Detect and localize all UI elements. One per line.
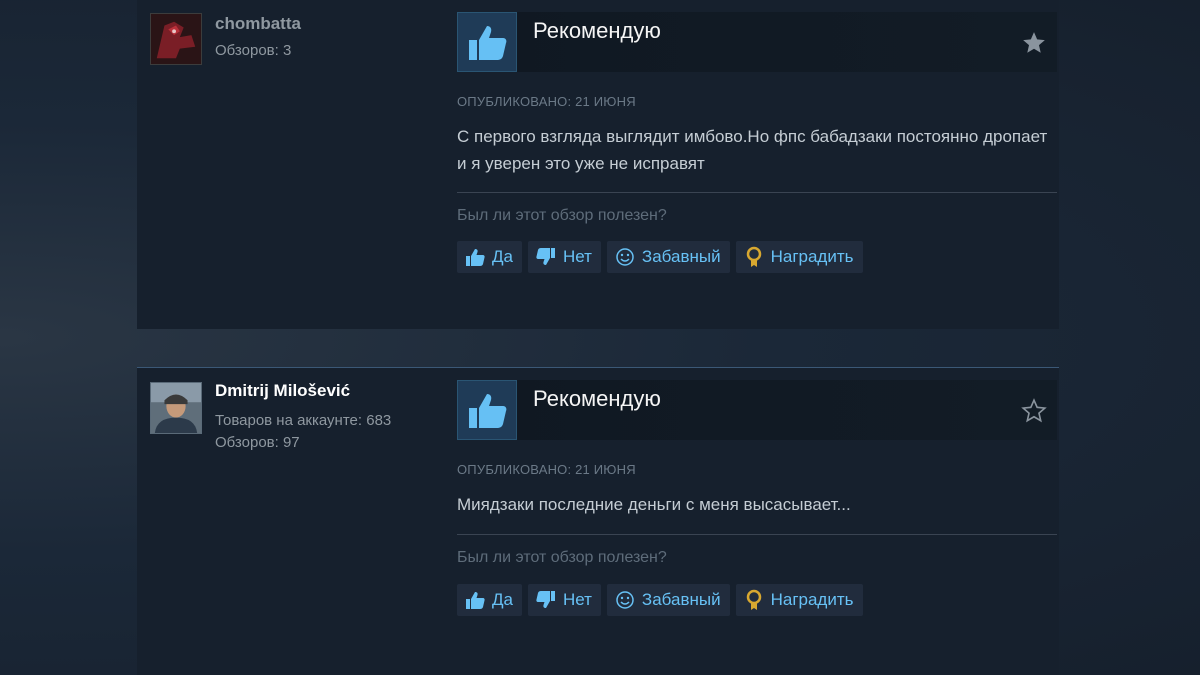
vote-no-label: Нет	[562, 247, 592, 266]
star-outline-icon[interactable]	[1021, 398, 1047, 424]
posted-date: ОПУБЛИКОВАНО: 21 ИЮНЯ	[457, 462, 636, 477]
thumbs-down-icon	[535, 589, 557, 611]
vote-no-button[interactable]: Нет	[527, 241, 601, 273]
award-icon	[743, 246, 765, 268]
review-text: С первого взгляда выглядит имбово.Но фпс…	[457, 127, 1048, 173]
thumbs-up-icon	[464, 246, 486, 268]
rating-buttons: Да Нет Забавный Наградить	[457, 584, 863, 616]
author-meta: Товаров на аккаунте: 683 Обзоров: 97	[215, 410, 391, 454]
avatar[interactable]	[150, 382, 202, 434]
review-card: chombatta Обзоров: 3 Рекомендую ОПУБЛИКО…	[137, 0, 1059, 329]
smiley-icon	[614, 246, 636, 268]
vote-title[interactable]: Рекомендую	[533, 18, 661, 44]
vote-header: Рекомендую	[457, 12, 1057, 72]
review-text: Миядзаки последние деньги с меня высасыв…	[457, 495, 851, 514]
helpful-prompt: Был ли этот обзор полезен?	[457, 549, 667, 566]
vote-funny-button[interactable]: Забавный	[606, 584, 730, 616]
rating-buttons: Да Нет Забавный Наградить	[457, 241, 863, 273]
award-icon	[743, 589, 765, 611]
vote-funny-button[interactable]: Забавный	[606, 241, 730, 273]
thumbs-down-icon	[535, 246, 557, 268]
award-button[interactable]: Наградить	[735, 241, 863, 273]
vote-yes-label: Да	[492, 247, 513, 266]
avatar[interactable]	[150, 13, 202, 65]
reviews-count[interactable]: Обзоров: 97	[215, 432, 391, 454]
vote-no-label: Нет	[562, 590, 592, 609]
reviews-count[interactable]: Обзоров: 3	[215, 40, 291, 62]
award-button[interactable]: Наградить	[735, 584, 863, 616]
vote-title[interactable]: Рекомендую	[533, 386, 661, 412]
vote-yes-button[interactable]: Да	[457, 241, 522, 273]
star-filled-icon[interactable]	[1021, 30, 1047, 56]
author-name[interactable]: chombatta	[215, 14, 301, 34]
divider	[457, 534, 1057, 535]
review-card: Dmitrij Milošević Товаров на аккаунте: 6…	[137, 367, 1059, 675]
posted-date: ОПУБЛИКОВАНО: 21 ИЮНЯ	[457, 94, 636, 109]
author-name[interactable]: Dmitrij Milošević	[215, 381, 350, 401]
vote-yes-button[interactable]: Да	[457, 584, 522, 616]
award-label: Наградить	[770, 590, 854, 609]
helpful-prompt: Был ли этот обзор полезен?	[457, 207, 667, 224]
thumbs-up-icon	[457, 12, 517, 72]
smiley-icon	[614, 589, 636, 611]
products-count[interactable]: Товаров на аккаунте: 683	[215, 410, 391, 432]
vote-yes-label: Да	[492, 590, 513, 609]
vote-no-button[interactable]: Нет	[527, 584, 601, 616]
thumbs-up-icon	[464, 589, 486, 611]
thumbs-up-icon	[457, 380, 517, 440]
divider	[457, 192, 1057, 193]
author-meta: Обзоров: 3	[215, 40, 291, 62]
vote-header: Рекомендую	[457, 380, 1057, 440]
award-label: Наградить	[770, 247, 854, 266]
vote-funny-label: Забавный	[641, 247, 721, 266]
vote-funny-label: Забавный	[641, 590, 721, 609]
